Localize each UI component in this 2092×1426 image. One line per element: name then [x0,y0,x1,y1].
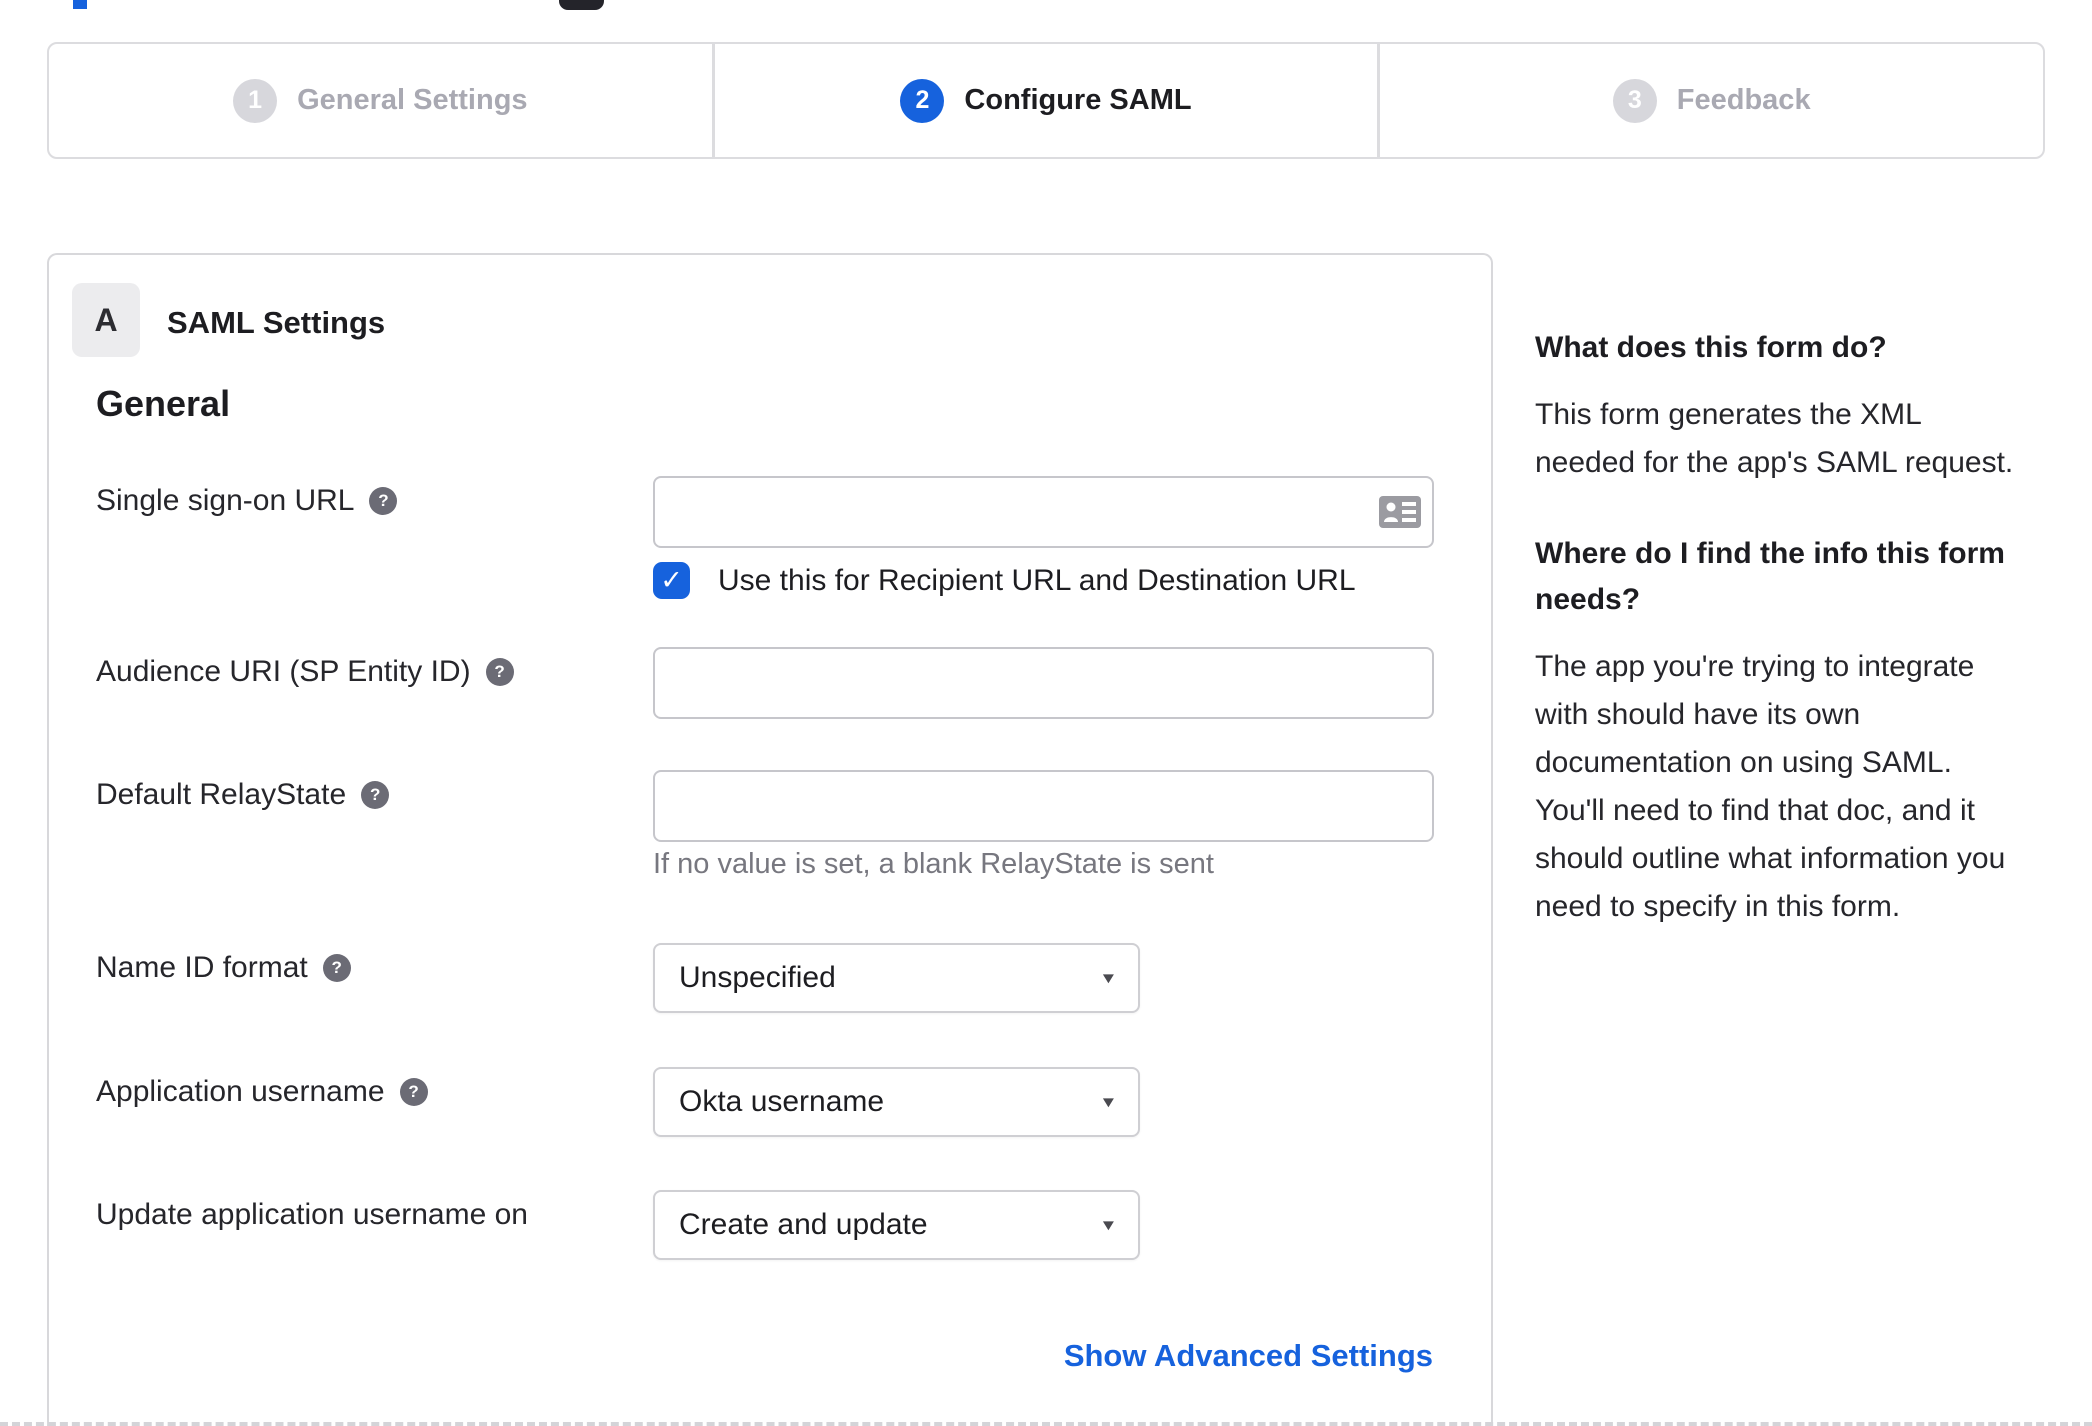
step-label: Configure SAML [964,84,1192,116]
cutoff-logo-fragment [559,0,604,10]
step-configure-saml[interactable]: 2 Configure SAML [711,44,1378,157]
step-number-badge: 3 [1612,78,1657,123]
field-label-text: Application username [96,1075,385,1108]
update-username-on-label: Update application username on [96,1198,528,1232]
sidebar-body-where: The app you're trying to integrate with … [1535,650,2006,923]
step-label: Feedback [1676,84,1811,116]
help-sidebar: What does this form do? This form genera… [1535,325,2027,975]
field-label-text: Name ID format [96,951,308,984]
help-icon[interactable]: ? [361,781,390,809]
step-label: General Settings [297,84,528,116]
field-label-text: Default RelayState [96,778,347,811]
help-icon[interactable]: ? [399,1078,428,1106]
step-number-badge: 2 [900,78,945,123]
default-relaystate-label: Default RelayState ? [96,778,390,812]
checkbox-label: Use this for Recipient URL and Destinati… [718,563,1356,597]
application-username-select[interactable]: Okta username ▼ [653,1067,1140,1137]
step-general-settings[interactable]: 1 General Settings [49,44,712,157]
help-icon[interactable]: ? [369,487,398,515]
audience-uri-input[interactable] [653,647,1434,719]
sidebar-heading-where: Where do I find the info this form needs… [1535,537,2005,616]
name-id-format-select[interactable]: Unspecified ▼ [653,943,1140,1013]
field-label-text: Update application username on [96,1198,528,1231]
field-label-text: Single sign-on URL [96,484,355,517]
select-value: Create and update [679,1208,928,1241]
help-icon[interactable]: ? [322,954,351,982]
section-title: SAML Settings [167,305,386,340]
saml-settings-panel: A SAML Settings General Single sign-on U… [47,253,1493,1426]
select-value: Okta username [679,1085,885,1118]
dropdown-arrow-icon: ▼ [1099,1216,1118,1234]
section-a-badge: A [72,283,140,357]
name-id-format-label: Name ID format ? [96,951,351,985]
single-sign-on-url-input[interactable] [653,476,1434,548]
dropdown-arrow-icon: ▼ [1099,969,1118,987]
general-group-title: General [96,383,231,424]
recipient-url-checkbox-row[interactable]: ✓ Use this for Recipient URL and Destina… [653,562,1356,599]
wizard-stepper: 1 General Settings 2 Configure SAML 3 Fe… [47,42,2045,159]
update-username-on-select[interactable]: Create and update ▼ [653,1190,1140,1260]
select-value: Unspecified [679,961,836,994]
application-username-label: Application username ? [96,1075,428,1109]
dropdown-arrow-icon: ▼ [1099,1093,1118,1111]
sidebar-heading-what: What does this form do? [1535,331,1887,364]
saml-configuration-page: 1 General Settings 2 Configure SAML 3 Fe… [0,0,2092,1426]
step-number-badge: 1 [233,78,278,123]
cutoff-title-fragment-blue [73,0,87,9]
dashed-divider [0,1422,2092,1426]
single-sign-on-url-label: Single sign-on URL ? [96,484,398,518]
audience-uri-label: Audience URI (SP Entity ID) ? [96,655,514,689]
field-label-text: Audience URI (SP Entity ID) [96,655,471,688]
checkbox-checked[interactable]: ✓ [653,562,690,599]
relaystate-hint: If no value is set, a blank RelayState i… [653,848,1214,880]
sidebar-body-what: This form generates the XML needed for t… [1535,398,2014,479]
default-relaystate-input[interactable] [653,770,1434,842]
show-advanced-settings-link[interactable]: Show Advanced Settings [1064,1338,1433,1374]
help-icon[interactable]: ? [485,658,514,686]
step-feedback[interactable]: 3 Feedback [1377,44,2043,157]
